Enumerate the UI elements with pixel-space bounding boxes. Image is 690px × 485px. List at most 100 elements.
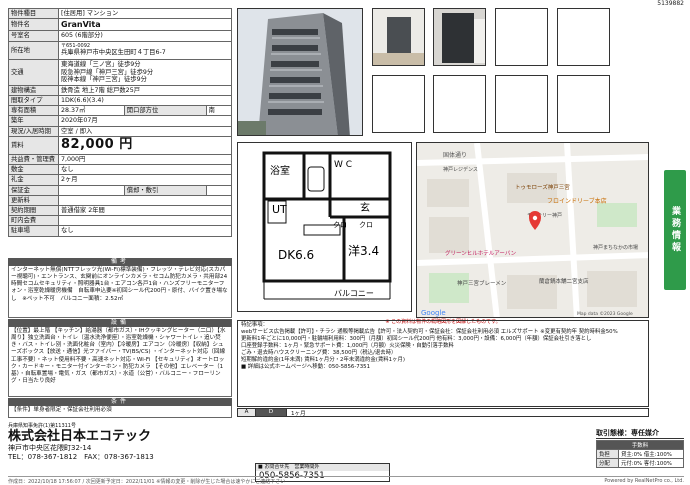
map-label: 神戸レジデンス: [443, 166, 478, 173]
location-map[interactable]: 国体通り トゥモローズ神戸三宮 フロインドリーブ本店 モンテリー神戸 神戸レジデ…: [416, 142, 649, 318]
structure-label: 建物構造: [8, 84, 59, 96]
area-value: 28.37㎡: [58, 105, 125, 117]
access-line: 阪神本線「神戸三宮」徒歩9分: [61, 75, 147, 83]
parking-value: なし: [58, 225, 232, 237]
layout-label: 間取タイプ: [8, 94, 59, 107]
company-address: 神戸市中央区花隈町32-14: [8, 444, 92, 452]
notes-line: webサービス広告掲載【許可】・チラシ 通販等掲載広告【許可・法人契約可・保証会…: [241, 329, 618, 336]
plan-bath: 浴室: [270, 164, 290, 177]
remarks-text: インターネット無償(NTTフレッツ光(Wi-Fi)標準装備)・フレッツ・テレビ対…: [8, 266, 232, 318]
transaction-type: 取引態様：専任媒介: [596, 428, 684, 439]
contract-value: 普通借家 2年間: [58, 204, 232, 217]
plan-ut: UT: [272, 203, 287, 216]
plan-balcony: バルコニー: [334, 289, 374, 298]
room-label: 号室名: [8, 30, 59, 42]
built-value: 2020年07月: [58, 115, 232, 127]
interior-photo-2: [433, 8, 486, 66]
built-label: 築年: [8, 115, 59, 127]
company-name: 株式会社日本エコテック: [8, 429, 152, 444]
fee-row-label: 負担: [596, 449, 619, 459]
property-info-table: 物件種目 [住居用] マンション 物件名 GranVita 号室名 605 (6階部分…: [8, 7, 233, 237]
parking-label: 駐車場: [8, 225, 59, 237]
fee-row-label: 分配: [596, 458, 619, 468]
footer-powered: Powered by RealNetPro co., Ltd.: [604, 478, 684, 484]
conditions-heading: 条件: [8, 398, 232, 406]
guarantee-label: 保証金: [8, 184, 59, 196]
mgmt-value: 7,000円: [58, 153, 232, 166]
name-label: 物件名: [8, 18, 59, 32]
renewal-label: 更新料: [8, 194, 59, 207]
notes-line: ■ 詳細は公式ホームページへ移動：050-5856-7351: [241, 364, 371, 371]
floorplan: 浴室 W C UT 玄 クロ クロ DK6.6 洋3.4 バルコニー: [237, 142, 412, 312]
ad-mid: D: [256, 409, 286, 416]
photo-slot-4: [557, 8, 610, 66]
key-money-value: 2ヶ月: [58, 174, 232, 186]
access-label: 交通: [8, 58, 59, 86]
license-number: 兵庫県知事免許(1)第11311号: [8, 423, 76, 429]
conditions-text: 【条件】単身者限定・保証会社利用必須: [8, 406, 232, 418]
notes-heading: 特記事項：: [241, 322, 268, 328]
fee-row-value: 貸主:0% 借主:100%: [618, 449, 684, 459]
map-label: 国体通り: [443, 151, 467, 159]
special-notes: 特記事項： webサービス広告掲載【許可】・チラシ 通販等掲載広告【許可・法人契…: [237, 320, 649, 407]
photo-slot-5: [372, 75, 425, 133]
direction-value: 南: [205, 105, 233, 117]
notes-line: 更新料1年ごとに10,000円・駐輪場利用料：300円（月額）初回シール代200…: [241, 336, 592, 343]
company-block: 兵庫県知事免許(1)第11311号 株式会社日本エコテック 神戸市中央区花隈町3…: [8, 422, 248, 462]
equipment-text: 【位置】最上階 【キッチン】給湯器（都市ガス）・IHクッキングヒーター（二口）【…: [8, 327, 232, 397]
map-label: 神戸三宮ブレーメン: [457, 279, 507, 287]
type-value: [住居用] マンション: [58, 7, 232, 20]
company-tel: TEL：078-367-1812 FAX：078-367-1813: [8, 453, 154, 461]
name-value: GranVita: [58, 18, 232, 32]
structure-value: 鉄骨造 地上7階 総戸数25戸: [58, 84, 232, 96]
deposit-value: なし: [58, 164, 232, 176]
rent-label: 賃料: [8, 135, 59, 155]
fee-heading: 手数料: [596, 440, 684, 450]
map-label: 神戸まちなかの市場: [593, 244, 638, 251]
equipment-heading: 設備: [8, 319, 232, 327]
access-line: 東海道線「三ノ宮」徒歩9分: [61, 61, 141, 69]
insurance-label: 町内会費: [8, 215, 59, 227]
photo-slot-3: [495, 8, 548, 66]
map-label: グリーンヒルホテルアーバン: [445, 249, 517, 257]
ad-label: A: [238, 409, 256, 416]
fee-box: 取引態様：専任媒介 手数料 負担 貸主:0% 借主:100% 分配 元付:0% 客付…: [596, 428, 684, 468]
mgmt-label: 共益費・管理費: [8, 153, 59, 166]
map-label: トゥモローズ神戸三宮: [515, 183, 570, 191]
plan-wc: W C: [334, 160, 352, 170]
map-label: フロインドリーブ本店: [547, 197, 607, 205]
type-label: 物件種目: [8, 7, 59, 20]
map-label: 蘭倉鍋本舗二宮支店: [539, 277, 589, 285]
fee-row-value: 元付:0% 客付:100%: [618, 458, 684, 468]
contact-heading: ■ お問合せ先 営業時間外: [256, 464, 389, 471]
access-line: 阪急神戸線「神戸三宮」徒歩9分: [61, 68, 154, 76]
address: 兵庫県神戸市中央区生田町４丁目6-7: [61, 49, 166, 57]
remarks-heading: 備考: [8, 258, 232, 266]
direction-label: 開口部方位: [123, 105, 207, 117]
photo-slot-8: [557, 75, 610, 133]
building-photo: [237, 8, 363, 136]
plan-entrance: 玄: [360, 201, 370, 214]
document-number: 5139882: [657, 0, 684, 7]
status-label: 現況/入居時期: [8, 125, 59, 137]
rent-value: 82,000 円: [58, 135, 232, 155]
photo-slot-7: [495, 75, 548, 133]
area-label: 専有面積: [8, 105, 59, 117]
ad-row: A D 1ヶ月: [237, 408, 649, 417]
plan-western-room: 洋3.4: [348, 243, 379, 258]
google-logo: Google: [421, 309, 446, 317]
notes-line: 口座登録手数料：1ヶ月・緊急サポート費：1,000円（月額）火災保険・自動引落手…: [241, 343, 454, 350]
key-money-label: 礼金: [8, 174, 59, 186]
status-value: 空室 / 即入: [58, 125, 232, 137]
business-info-tab[interactable]: 業務情報: [664, 170, 686, 290]
plan-closet-1: クロ: [333, 221, 347, 229]
map-attribution: Map data ©2023 Google: [577, 310, 633, 317]
footer: 作成日：2022/10/18 17:56:07 / 次回更新予定日：2022/1…: [8, 476, 684, 485]
photo-slot-6: [433, 75, 486, 133]
contract-label: 契約期間: [8, 204, 59, 217]
footer-dates: 作成日：2022/10/18 17:56:07 / 次回更新予定日：2022/1…: [8, 479, 286, 485]
room-value: 605 (6階部分): [58, 30, 232, 42]
plan-closet-2: クロ: [359, 221, 373, 229]
deposit-label: 敷金: [8, 164, 59, 176]
layout-value: 1DK(6.6)(3.4): [58, 94, 232, 107]
